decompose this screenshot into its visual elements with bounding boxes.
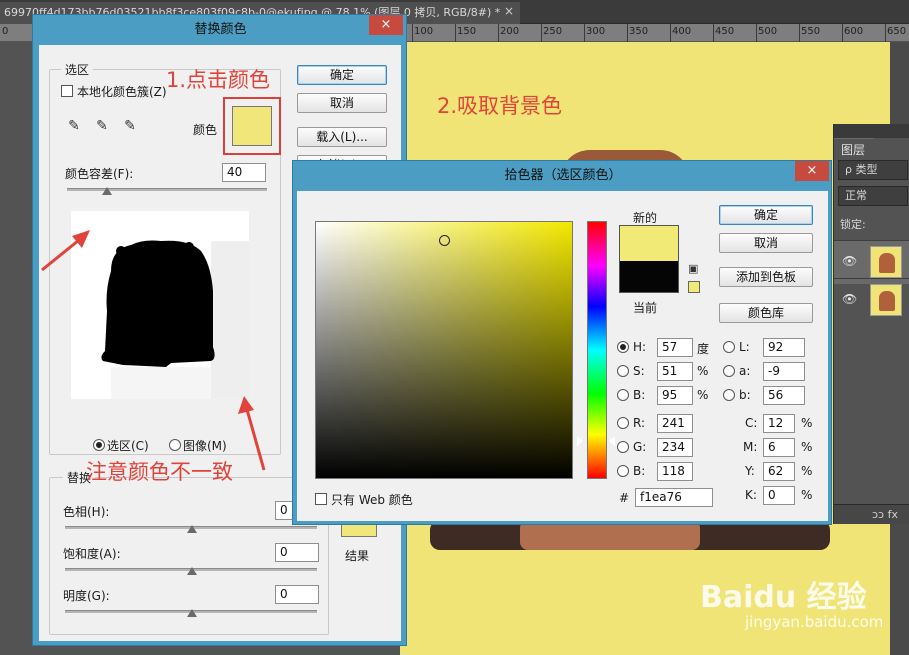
current-color-label: 当前: [633, 301, 658, 315]
color-picker-marker[interactable]: [439, 235, 450, 246]
new-color-label: 新的: [633, 211, 658, 225]
hue-slider-left-arrow[interactable]: [577, 436, 583, 446]
red-label: R:: [633, 416, 646, 430]
close-icon[interactable]: ×: [795, 161, 829, 181]
radio-brightness[interactable]: [617, 389, 629, 401]
cyan-label: C:: [745, 416, 758, 430]
radio-saturation[interactable]: [617, 365, 629, 377]
ok-button[interactable]: 确定: [719, 205, 813, 225]
yellow-label: Y:: [745, 464, 755, 478]
hue-slider[interactable]: [587, 221, 607, 479]
add-to-swatches-button[interactable]: 添加到色板: [719, 267, 813, 287]
black-unit: %: [801, 488, 813, 502]
radio-lightness[interactable]: [723, 341, 735, 353]
hue-label: H:: [633, 340, 647, 354]
color-picker-dialog: 拾色器（选区颜色） × 新的 ▣ 当前 确定 取消 添加到色板 颜色库 H: 5…: [292, 160, 832, 525]
hex-input[interactable]: f1ea76: [635, 488, 713, 507]
color-picker-body: 新的 ▣ 当前 确定 取消 添加到色板 颜色库 H: 57 度 S: 51 % …: [297, 191, 828, 521]
cancel-button[interactable]: 取消: [719, 233, 813, 253]
hex-label: #: [619, 491, 630, 505]
radio-hue[interactable]: [617, 341, 629, 353]
green-input[interactable]: 234: [657, 438, 693, 457]
saturation-label: S:: [633, 364, 645, 378]
web-colors-only-checkbox[interactable]: [315, 493, 327, 505]
lab-b-input[interactable]: 56: [763, 386, 805, 405]
radio-green[interactable]: [617, 441, 629, 453]
hue-slider-right-arrow[interactable]: [609, 436, 615, 446]
magenta-label: M:: [743, 440, 758, 454]
blue-label: B:: [633, 464, 646, 478]
current-color-swatch[interactable]: [619, 261, 679, 293]
cyan-input[interactable]: 12: [763, 414, 795, 433]
web-safe-color-swatch[interactable]: [688, 281, 700, 293]
color-picker-title[interactable]: 拾色器（选区颜色）: [293, 161, 833, 191]
saturation-unit: %: [697, 364, 709, 378]
web-colors-only-label: 只有 Web 颜色: [331, 493, 413, 507]
radio-lab-b[interactable]: [723, 389, 735, 401]
lab-a-input[interactable]: -9: [763, 362, 805, 381]
lab-l-label: L:: [739, 340, 750, 354]
red-input[interactable]: 241: [657, 414, 693, 433]
out-of-gamut-cube-icon[interactable]: ▣: [688, 263, 700, 275]
magenta-input[interactable]: 6: [763, 438, 795, 457]
brightness-input[interactable]: 95: [657, 386, 693, 405]
yellow-input[interactable]: 62: [763, 462, 795, 481]
saturation-brightness-field[interactable]: [315, 221, 573, 479]
black-input[interactable]: 0: [763, 486, 795, 505]
radio-lab-a[interactable]: [723, 365, 735, 377]
blue-input[interactable]: 118: [657, 462, 693, 481]
saturation-input[interactable]: 51: [657, 362, 693, 381]
lab-a-label: a:: [739, 364, 751, 378]
black-label: K:: [745, 488, 757, 502]
hue-input[interactable]: 57: [657, 338, 693, 357]
brightness-unit: %: [697, 388, 709, 402]
cyan-unit: %: [801, 416, 813, 430]
yellow-unit: %: [801, 464, 813, 478]
magenta-unit: %: [801, 440, 813, 454]
brightness-label: B:: [633, 388, 646, 402]
lab-l-input[interactable]: 92: [763, 338, 805, 357]
lab-b-label: b:: [739, 388, 751, 402]
radio-blue[interactable]: [617, 465, 629, 477]
radio-red[interactable]: [617, 417, 629, 429]
hue-unit: 度: [697, 342, 710, 356]
green-label: G:: [633, 440, 647, 454]
new-color-swatch: [619, 225, 679, 261]
color-libraries-button[interactable]: 颜色库: [719, 303, 813, 323]
